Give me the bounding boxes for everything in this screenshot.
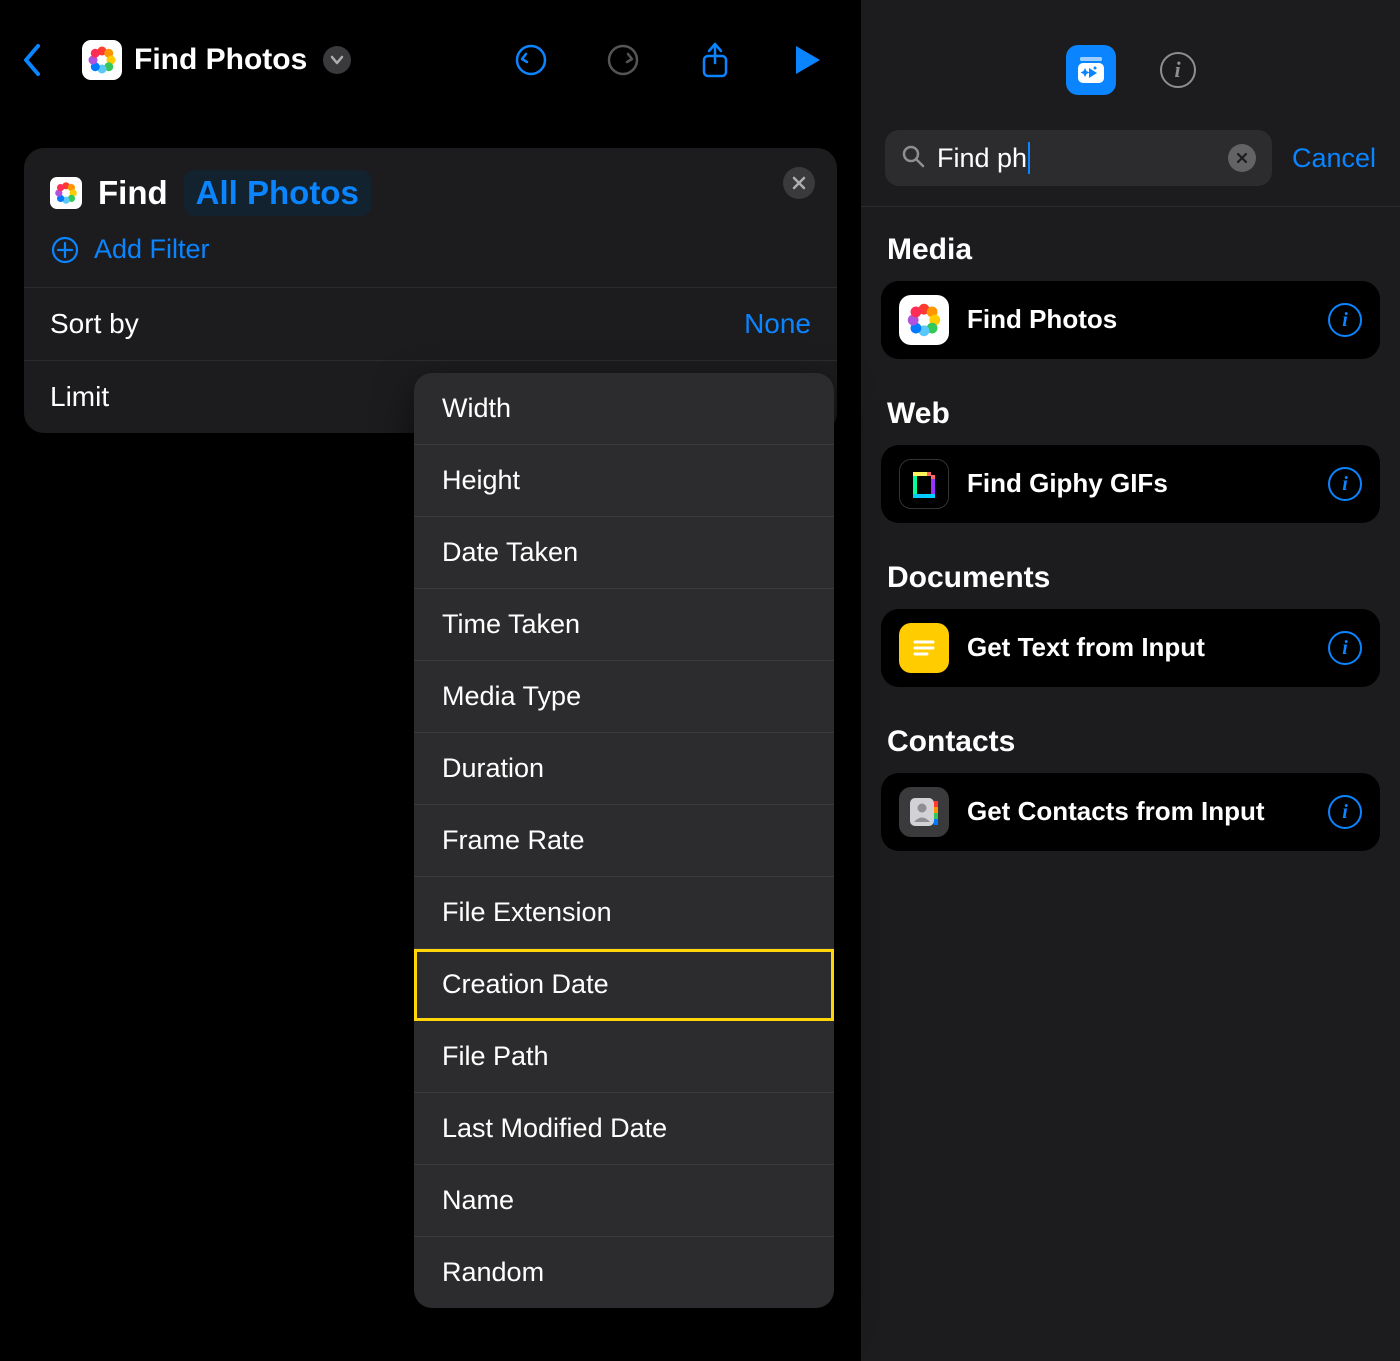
sort-option[interactable]: Date Taken [414, 517, 834, 589]
undo-button[interactable] [513, 42, 549, 78]
contacts-icon [899, 787, 949, 837]
shortcut-title: Find Photos [134, 43, 307, 77]
magnifier-icon [901, 144, 925, 173]
add-filter-label: Add Filter [94, 234, 210, 265]
action-header[interactable]: Find All Photos [24, 148, 837, 218]
sort-by-row[interactable]: Sort by None [24, 288, 837, 361]
sort-option[interactable]: Frame Rate [414, 805, 834, 877]
text-caret [1028, 142, 1030, 174]
sort-option[interactable]: File Path [414, 1021, 834, 1093]
photos-icon [82, 40, 122, 80]
clear-search-button[interactable] [1228, 144, 1256, 172]
sort-option[interactable]: Height [414, 445, 834, 517]
editor-toolbar: Find Photos [0, 0, 861, 120]
sort-by-label: Sort by [50, 308, 139, 340]
library-action[interactable]: Find Giphy GIFs i [881, 445, 1380, 523]
limit-label: Limit [50, 381, 109, 413]
giphy-icon [899, 459, 949, 509]
library-action[interactable]: Find Photos i [881, 281, 1380, 359]
toolbar-actions [513, 42, 825, 78]
clear-action-button[interactable] [783, 167, 815, 199]
back-button[interactable] [18, 40, 46, 80]
sort-option[interactable]: Random [414, 1237, 834, 1308]
search-text: Find ph [937, 142, 1216, 174]
section-label: Documents [861, 535, 1400, 609]
search-row: Find ph Cancel [861, 110, 1400, 207]
add-filter-button[interactable]: Add Filter [24, 218, 837, 288]
section-label: Web [861, 371, 1400, 445]
shortcut-editor: Find Photos [0, 0, 861, 1361]
plus-circle-icon [50, 235, 80, 265]
library-tabs: i [861, 30, 1400, 110]
sort-option[interactable]: Time Taken [414, 589, 834, 661]
shortcut-title-chip[interactable]: Find Photos [82, 40, 495, 80]
chevron-down-icon[interactable] [323, 46, 351, 74]
all-photos-token[interactable]: All Photos [184, 170, 371, 216]
action-info-button[interactable]: i [1328, 467, 1362, 501]
cancel-search-button[interactable]: Cancel [1292, 143, 1376, 174]
section-label: Media [861, 207, 1400, 281]
library-action[interactable]: Get Contacts from Input i [881, 773, 1380, 851]
share-button[interactable] [697, 42, 733, 78]
action-info-button[interactable]: i [1328, 795, 1362, 829]
library-action[interactable]: Get Text from Input i [881, 609, 1380, 687]
sort-options-menu: WidthHeightDate TakenTime TakenMedia Typ… [414, 373, 834, 1308]
sort-option[interactable]: Media Type [414, 661, 834, 733]
section-label: Contacts [861, 699, 1400, 773]
photos-icon [899, 295, 949, 345]
photos-icon [50, 177, 82, 209]
sort-option[interactable]: Width [414, 373, 834, 445]
action-title: Find Photos [967, 304, 1310, 335]
actions-library: i Find ph Cancel Media Find Photos i Web [861, 0, 1400, 1361]
sort-option[interactable]: File Extension [414, 877, 834, 949]
text-icon [899, 623, 949, 673]
action-title: Get Text from Input [967, 632, 1310, 663]
sort-option[interactable]: Name [414, 1165, 834, 1237]
find-label: Find [98, 174, 168, 212]
sort-option[interactable]: Duration [414, 733, 834, 805]
search-input[interactable]: Find ph [885, 130, 1272, 186]
run-button[interactable] [789, 42, 825, 78]
info-tab[interactable]: i [1160, 52, 1196, 88]
action-info-button[interactable]: i [1328, 631, 1362, 665]
action-title: Get Contacts from Input [967, 796, 1310, 827]
action-info-button[interactable]: i [1328, 303, 1362, 337]
sort-option[interactable]: Creation Date [414, 949, 834, 1021]
apps-tab[interactable] [1066, 45, 1116, 95]
action-title: Find Giphy GIFs [967, 468, 1310, 499]
sort-option[interactable]: Last Modified Date [414, 1093, 834, 1165]
redo-button [605, 42, 641, 78]
sort-by-value: None [744, 308, 811, 340]
